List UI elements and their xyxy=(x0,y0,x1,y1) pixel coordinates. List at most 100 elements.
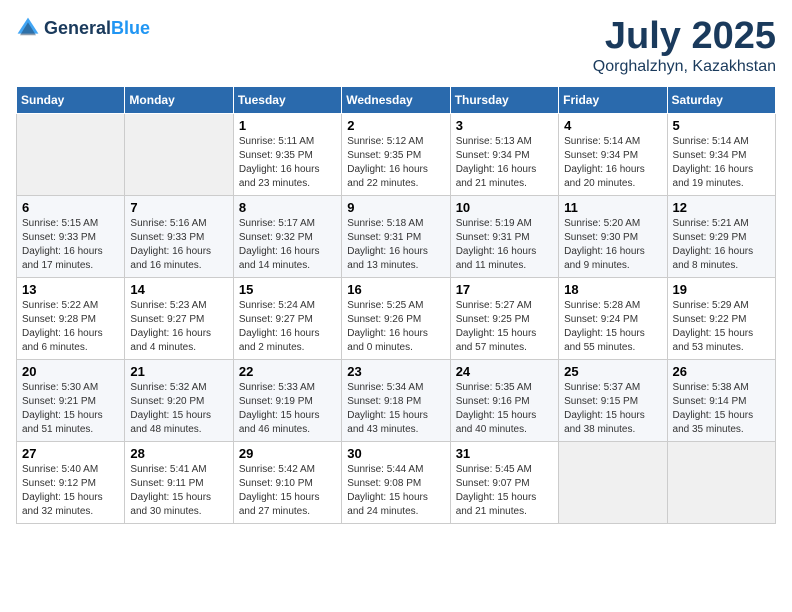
calendar-cell: 28 Sunrise: 5:41 AM Sunset: 9:11 PM Dayli… xyxy=(125,441,233,523)
logo: GeneralBlue xyxy=(16,16,150,40)
day-info: Sunrise: 5:16 AM Sunset: 9:33 PM Dayligh… xyxy=(130,217,227,273)
day-info: Sunrise: 5:21 AM Sunset: 9:29 PM Dayligh… xyxy=(673,217,770,273)
day-number: 10 xyxy=(456,200,553,215)
day-number: 1 xyxy=(239,118,336,133)
calendar-week-row: 20 Sunrise: 5:30 AM Sunset: 9:21 PM Dayli… xyxy=(17,359,776,441)
calendar-cell xyxy=(559,441,667,523)
day-info: Sunrise: 5:44 AM Sunset: 9:08 PM Dayligh… xyxy=(347,463,444,519)
month-title: July 2025 xyxy=(593,16,776,58)
day-of-week-header: Friday xyxy=(559,86,667,113)
calendar-cell: 5Sunrise: 5:14 AM Sunset: 9:34 PM Daylig… xyxy=(667,113,775,195)
day-of-week-header: Thursday xyxy=(450,86,558,113)
calendar-cell: 2 Sunrise: 5:12 AM Sunset: 9:35 PM Daylig… xyxy=(342,113,450,195)
day-number: 23 xyxy=(347,364,444,379)
title-section: July 2025 Qorghalzhyn, Kazakhstan xyxy=(593,16,776,76)
day-number: 9 xyxy=(347,200,444,215)
day-number: 28 xyxy=(130,446,227,461)
calendar-cell: 10Sunrise: 5:19 AM Sunset: 9:31 PM Dayli… xyxy=(450,195,558,277)
logo-blue: Blue xyxy=(111,18,150,38)
calendar-table: SundayMondayTuesdayWednesdayThursdayFrid… xyxy=(16,86,776,524)
day-number: 6 xyxy=(22,200,119,215)
calendar-cell: 17 Sunrise: 5:27 AM Sunset: 9:25 PM Dayli… xyxy=(450,277,558,359)
calendar-cell: 11 Sunrise: 5:20 AM Sunset: 9:30 PM Dayli… xyxy=(559,195,667,277)
day-number: 13 xyxy=(22,282,119,297)
calendar-cell: 18 Sunrise: 5:28 AM Sunset: 9:24 PM Dayli… xyxy=(559,277,667,359)
day-info: Sunrise: 5:23 AM Sunset: 9:27 PM Dayligh… xyxy=(130,299,227,355)
day-number: 12 xyxy=(673,200,770,215)
calendar-cell: 29 Sunrise: 5:42 AM Sunset: 9:10 PM Dayli… xyxy=(233,441,341,523)
calendar-cell: 8Sunrise: 5:17 AM Sunset: 9:32 PM Daylig… xyxy=(233,195,341,277)
day-info: Sunrise: 5:15 AM Sunset: 9:33 PM Dayligh… xyxy=(22,217,119,273)
calendar-cell: 26 Sunrise: 5:38 AM Sunset: 9:14 PM Dayli… xyxy=(667,359,775,441)
day-number: 18 xyxy=(564,282,661,297)
day-number: 29 xyxy=(239,446,336,461)
calendar-cell: 24 Sunrise: 5:35 AM Sunset: 9:16 PM Dayli… xyxy=(450,359,558,441)
day-number: 25 xyxy=(564,364,661,379)
day-number: 31 xyxy=(456,446,553,461)
day-info: Sunrise: 5:41 AM Sunset: 9:11 PM Dayligh… xyxy=(130,463,227,519)
calendar-cell: 30 Sunrise: 5:44 AM Sunset: 9:08 PM Dayli… xyxy=(342,441,450,523)
calendar-week-row: 1 Sunrise: 5:11 AM Sunset: 9:35 PM Daylig… xyxy=(17,113,776,195)
day-number: 30 xyxy=(347,446,444,461)
day-number: 26 xyxy=(673,364,770,379)
location-title: Qorghalzhyn, Kazakhstan xyxy=(593,58,776,76)
calendar-cell: 6 Sunrise: 5:15 AM Sunset: 9:33 PM Daylig… xyxy=(17,195,125,277)
day-number: 16 xyxy=(347,282,444,297)
calendar-cell: 20 Sunrise: 5:30 AM Sunset: 9:21 PM Dayli… xyxy=(17,359,125,441)
day-info: Sunrise: 5:27 AM Sunset: 9:25 PM Dayligh… xyxy=(456,299,553,355)
day-of-week-header: Wednesday xyxy=(342,86,450,113)
day-number: 14 xyxy=(130,282,227,297)
calendar-cell: 22Sunrise: 5:33 AM Sunset: 9:19 PM Dayli… xyxy=(233,359,341,441)
logo-general: General xyxy=(44,18,111,38)
calendar-cell: 9Sunrise: 5:18 AM Sunset: 9:31 PM Daylig… xyxy=(342,195,450,277)
day-of-week-header: Saturday xyxy=(667,86,775,113)
logo-icon xyxy=(16,16,40,40)
day-info: Sunrise: 5:30 AM Sunset: 9:21 PM Dayligh… xyxy=(22,381,119,437)
calendar-cell xyxy=(17,113,125,195)
calendar-week-row: 6 Sunrise: 5:15 AM Sunset: 9:33 PM Daylig… xyxy=(17,195,776,277)
day-info: Sunrise: 5:25 AM Sunset: 9:26 PM Dayligh… xyxy=(347,299,444,355)
calendar-cell xyxy=(125,113,233,195)
day-number: 2 xyxy=(347,118,444,133)
calendar-cell: 15Sunrise: 5:24 AM Sunset: 9:27 PM Dayli… xyxy=(233,277,341,359)
day-number: 7 xyxy=(130,200,227,215)
day-info: Sunrise: 5:40 AM Sunset: 9:12 PM Dayligh… xyxy=(22,463,119,519)
day-number: 11 xyxy=(564,200,661,215)
day-info: Sunrise: 5:37 AM Sunset: 9:15 PM Dayligh… xyxy=(564,381,661,437)
day-number: 21 xyxy=(130,364,227,379)
calendar-cell: 23Sunrise: 5:34 AM Sunset: 9:18 PM Dayli… xyxy=(342,359,450,441)
day-number: 19 xyxy=(673,282,770,297)
day-of-week-header: Sunday xyxy=(17,86,125,113)
day-info: Sunrise: 5:20 AM Sunset: 9:30 PM Dayligh… xyxy=(564,217,661,273)
logo-text: GeneralBlue xyxy=(44,18,150,39)
day-number: 20 xyxy=(22,364,119,379)
day-info: Sunrise: 5:33 AM Sunset: 9:19 PM Dayligh… xyxy=(239,381,336,437)
calendar-cell: 12 Sunrise: 5:21 AM Sunset: 9:29 PM Dayli… xyxy=(667,195,775,277)
calendar-week-row: 13Sunrise: 5:22 AM Sunset: 9:28 PM Dayli… xyxy=(17,277,776,359)
day-number: 5 xyxy=(673,118,770,133)
day-info: Sunrise: 5:11 AM Sunset: 9:35 PM Dayligh… xyxy=(239,135,336,191)
day-info: Sunrise: 5:35 AM Sunset: 9:16 PM Dayligh… xyxy=(456,381,553,437)
calendar-week-row: 27Sunrise: 5:40 AM Sunset: 9:12 PM Dayli… xyxy=(17,441,776,523)
day-info: Sunrise: 5:42 AM Sunset: 9:10 PM Dayligh… xyxy=(239,463,336,519)
calendar-header-row: SundayMondayTuesdayWednesdayThursdayFrid… xyxy=(17,86,776,113)
day-info: Sunrise: 5:12 AM Sunset: 9:35 PM Dayligh… xyxy=(347,135,444,191)
calendar-cell xyxy=(667,441,775,523)
calendar-cell: 25 Sunrise: 5:37 AM Sunset: 9:15 PM Dayli… xyxy=(559,359,667,441)
calendar-cell: 14 Sunrise: 5:23 AM Sunset: 9:27 PM Dayli… xyxy=(125,277,233,359)
calendar-cell: 7 Sunrise: 5:16 AM Sunset: 9:33 PM Daylig… xyxy=(125,195,233,277)
day-number: 24 xyxy=(456,364,553,379)
day-info: Sunrise: 5:38 AM Sunset: 9:14 PM Dayligh… xyxy=(673,381,770,437)
calendar-cell: 4Sunrise: 5:14 AM Sunset: 9:34 PM Daylig… xyxy=(559,113,667,195)
day-info: Sunrise: 5:28 AM Sunset: 9:24 PM Dayligh… xyxy=(564,299,661,355)
calendar-cell: 1 Sunrise: 5:11 AM Sunset: 9:35 PM Daylig… xyxy=(233,113,341,195)
day-info: Sunrise: 5:32 AM Sunset: 9:20 PM Dayligh… xyxy=(130,381,227,437)
calendar-cell: 19Sunrise: 5:29 AM Sunset: 9:22 PM Dayli… xyxy=(667,277,775,359)
calendar-cell: 21 Sunrise: 5:32 AM Sunset: 9:20 PM Dayli… xyxy=(125,359,233,441)
day-number: 15 xyxy=(239,282,336,297)
calendar-cell: 31Sunrise: 5:45 AM Sunset: 9:07 PM Dayli… xyxy=(450,441,558,523)
page-header: GeneralBlue July 2025 Qorghalzhyn, Kazak… xyxy=(16,16,776,76)
day-number: 17 xyxy=(456,282,553,297)
calendar-cell: 16 Sunrise: 5:25 AM Sunset: 9:26 PM Dayli… xyxy=(342,277,450,359)
day-info: Sunrise: 5:13 AM Sunset: 9:34 PM Dayligh… xyxy=(456,135,553,191)
